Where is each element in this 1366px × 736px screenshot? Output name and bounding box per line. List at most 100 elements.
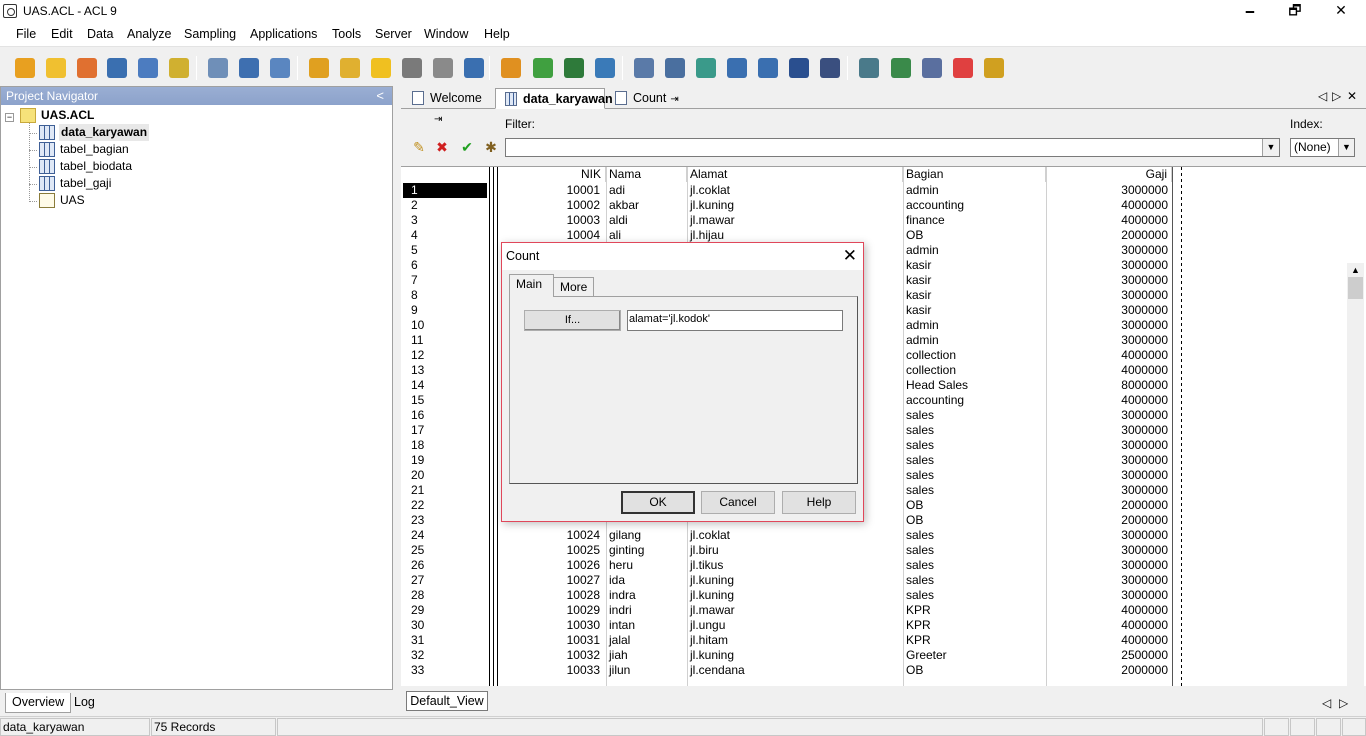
cell-alamat[interactable]: jl.biru — [688, 543, 902, 558]
row-number[interactable]: 16 — [403, 408, 487, 423]
row-number[interactable]: 33 — [403, 663, 487, 678]
vertical-scrollbar[interactable]: ▲ ▼ — [1347, 263, 1364, 686]
cell-nama[interactable]: jalal — [607, 633, 687, 648]
cell-alamat[interactable]: jl.tikus — [688, 558, 902, 573]
row-number[interactable]: 31 — [403, 633, 487, 648]
restore-button[interactable]: 🗗 — [1272, 0, 1318, 23]
tree-item-data-karyawan[interactable]: data_karyawan — [39, 124, 239, 141]
table-row[interactable]: 26 10026 heru jl.tikus sales 3000000 — [401, 558, 1347, 573]
add-column-icon[interactable] — [368, 55, 394, 81]
row-number[interactable]: 27 — [403, 573, 487, 588]
cell-gaji[interactable]: 2000000 — [1047, 663, 1172, 678]
relations-icon[interactable] — [631, 55, 657, 81]
cell-bagian[interactable]: sales — [904, 408, 1046, 423]
log-icon[interactable] — [919, 55, 945, 81]
save-icon[interactable] — [104, 55, 130, 81]
cell-gaji[interactable]: 4000000 — [1047, 363, 1172, 378]
row-number[interactable]: 23 — [403, 513, 487, 528]
classify-icon[interactable] — [817, 55, 843, 81]
pin-icon[interactable]: ⇥ — [670, 90, 678, 110]
cell-alamat[interactable]: jl.coklat — [688, 183, 902, 198]
cell-bagian[interactable]: collection — [904, 363, 1046, 378]
cell-bagian[interactable]: KPR — [904, 618, 1046, 633]
cell-bagian[interactable]: sales — [904, 573, 1046, 588]
cell-nik[interactable]: 10004 — [498, 228, 604, 243]
menu-tools[interactable]: Tools — [332, 27, 361, 41]
cell-bagian[interactable]: OB — [904, 498, 1046, 513]
cell-gaji[interactable]: 4000000 — [1047, 633, 1172, 648]
join-icon[interactable] — [662, 55, 688, 81]
menu-analyze[interactable]: Analyze — [127, 27, 171, 41]
menu-server[interactable]: Server — [375, 27, 412, 41]
edit-icon[interactable] — [337, 55, 363, 81]
table-row[interactable]: 2 10002 akbar jl.kuning accounting 4000000 — [401, 198, 1347, 213]
percent-icon[interactable] — [592, 55, 618, 81]
cell-gaji[interactable]: 2000000 — [1047, 228, 1172, 243]
cell-nik[interactable]: 10026 — [498, 558, 604, 573]
ok-button[interactable]: OK — [621, 491, 695, 514]
row-number[interactable]: 13 — [403, 363, 487, 378]
delete-column-icon[interactable] — [430, 55, 456, 81]
cell-alamat[interactable]: jl.coklat — [688, 528, 902, 543]
cell-alamat[interactable]: jl.ungu — [688, 618, 902, 633]
minimize-button[interactable]: 🗕 — [1227, 0, 1273, 23]
scrollbar-thumb[interactable] — [1348, 277, 1363, 299]
table-row[interactable]: 25 10025 ginting jl.biru sales 3000000 — [401, 543, 1347, 558]
table-row[interactable]: 29 10029 indri jl.mawar KPR 4000000 — [401, 603, 1347, 618]
chart-icon[interactable] — [498, 55, 524, 81]
cell-gaji[interactable]: 3000000 — [1047, 573, 1172, 588]
row-number[interactable]: 21 — [403, 483, 487, 498]
find-icon[interactable] — [166, 55, 192, 81]
modify-column-icon[interactable] — [399, 55, 425, 81]
cell-alamat[interactable]: jl.kuning — [688, 588, 902, 603]
cell-nik[interactable]: 10028 — [498, 588, 604, 603]
age-icon[interactable] — [786, 55, 812, 81]
cell-gaji[interactable]: 3000000 — [1047, 243, 1172, 258]
column-header-bagian[interactable]: Bagian — [904, 167, 1046, 182]
cell-nik[interactable]: 10002 — [498, 198, 604, 213]
dialog-tab-main[interactable]: Main — [509, 274, 554, 297]
cell-gaji[interactable]: 4000000 — [1047, 213, 1172, 228]
cell-bagian[interactable]: collection — [904, 348, 1046, 363]
tab-count[interactable]: Count ⇥ — [606, 88, 681, 109]
row-number[interactable]: 17 — [403, 423, 487, 438]
copy-icon[interactable] — [306, 55, 332, 81]
tab-welcome[interactable]: Welcome⇥ — [403, 88, 494, 125]
row-number[interactable]: 10 — [403, 318, 487, 333]
table-layout-icon[interactable] — [236, 55, 262, 81]
cell-gaji[interactable]: 3000000 — [1047, 303, 1172, 318]
cell-bagian[interactable]: kasir — [904, 303, 1046, 318]
row-number[interactable]: 30 — [403, 618, 487, 633]
row-number[interactable]: 24 — [403, 528, 487, 543]
tab-data-karyawan[interactable]: data_karyawan — [495, 88, 613, 109]
row-number[interactable]: 19 — [403, 453, 487, 468]
cell-bagian[interactable]: Head Sales — [904, 378, 1046, 393]
filter-input[interactable]: ▼ — [505, 138, 1280, 157]
menu-window[interactable]: Window — [424, 27, 468, 41]
cell-bagian[interactable]: KPR — [904, 633, 1046, 648]
cell-alamat[interactable]: jl.mawar — [688, 603, 902, 618]
tab-log[interactable]: Log — [68, 693, 101, 713]
row-number[interactable]: 32 — [403, 648, 487, 663]
cell-nik[interactable]: 10001 — [498, 183, 604, 198]
row-number[interactable]: 29 — [403, 603, 487, 618]
cell-gaji[interactable]: 3000000 — [1047, 333, 1172, 348]
help-icon[interactable] — [981, 55, 1007, 81]
menu-applications[interactable]: Applications — [250, 27, 317, 41]
cell-nik[interactable]: 10032 — [498, 648, 604, 663]
filter-history-icon[interactable]: ✱ — [482, 138, 500, 156]
layout-icon[interactable] — [950, 55, 976, 81]
cell-gaji[interactable]: 3000000 — [1047, 528, 1172, 543]
scroll-up-icon[interactable]: ▲ — [1351, 265, 1360, 275]
cell-alamat[interactable]: jl.mawar — [688, 213, 902, 228]
cell-gaji[interactable]: 4000000 — [1047, 618, 1172, 633]
cell-bagian[interactable]: KPR — [904, 603, 1046, 618]
if-condition-input[interactable]: alamat='jl.kodok' — [627, 310, 843, 331]
cell-nik[interactable]: 10030 — [498, 618, 604, 633]
apply-filter-icon[interactable]: ✔ — [458, 138, 476, 156]
cell-bagian[interactable]: sales — [904, 468, 1046, 483]
cell-gaji[interactable]: 2000000 — [1047, 513, 1172, 528]
tree-item-tabel-gaji[interactable]: tabel_gaji — [39, 175, 239, 192]
total-icon[interactable] — [561, 55, 587, 81]
cell-gaji[interactable]: 2000000 — [1047, 498, 1172, 513]
